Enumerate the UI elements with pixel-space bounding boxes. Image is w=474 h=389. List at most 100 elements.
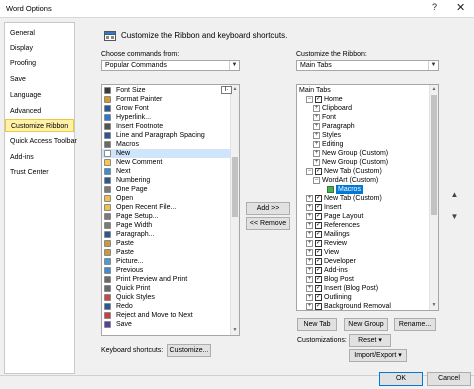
tree-node[interactable]: + ✓ References (297, 221, 429, 230)
command-item[interactable]: Paragraph... (102, 230, 230, 239)
command-item[interactable]: Print Preview and Print (102, 275, 230, 284)
expand-icon[interactable]: + (313, 150, 320, 157)
ribbon-tree[interactable]: ▲ ▼ Main Tabs − ✓ Home + Clipboard + Font + Parag… (296, 84, 439, 311)
tree-node[interactable]: − WordArt (Custom) (297, 176, 429, 185)
tab-checkbox[interactable]: ✓ (315, 258, 322, 265)
nav-item-proofing[interactable]: Proofing (5, 57, 74, 70)
add-button[interactable]: Add >> (246, 202, 290, 215)
collapse-icon[interactable]: − (306, 168, 313, 175)
command-item[interactable]: Open Recent File... (102, 203, 230, 212)
tab-checkbox[interactable]: ✓ (315, 231, 322, 238)
nav-item-trust-center[interactable]: Trust Center (5, 166, 74, 179)
command-item[interactable]: Next (102, 167, 230, 176)
reset-button[interactable]: Reset ▾ (349, 334, 391, 347)
tree-node[interactable]: + Styles (297, 131, 429, 140)
tab-checkbox[interactable]: ✓ (315, 222, 322, 229)
nav-item-save[interactable]: Save (5, 73, 74, 86)
nav-item-advanced[interactable]: Advanced (5, 105, 74, 118)
command-item[interactable]: Save (102, 320, 230, 329)
nav-item-language[interactable]: Language (5, 89, 74, 102)
nav-item-customize-ribbon[interactable]: Customize Ribbon (5, 119, 74, 132)
command-item[interactable]: Grow Font (102, 104, 230, 113)
tab-checkbox[interactable]: ✓ (315, 303, 322, 310)
expand-icon[interactable]: + (306, 231, 313, 238)
tab-checkbox[interactable]: ✓ (315, 294, 322, 301)
expand-icon[interactable]: + (306, 249, 313, 256)
nav-item-quick-access-toolbar[interactable]: Quick Access Toolbar (5, 135, 77, 148)
command-item[interactable]: Paste (102, 239, 230, 248)
close-icon[interactable]: ✕ (456, 1, 465, 14)
tree-node[interactable]: + ✓ Insert (297, 203, 429, 212)
expand-icon[interactable]: + (306, 294, 313, 301)
tab-checkbox[interactable]: ✓ (315, 267, 322, 274)
tree-node[interactable]: + ✓ Background Removal (297, 302, 429, 310)
command-item[interactable]: Insert Footnote (102, 122, 230, 131)
tab-checkbox[interactable]: ✓ (315, 249, 322, 256)
tree-node[interactable]: Macros (297, 185, 429, 194)
tab-checkbox[interactable]: ✓ (315, 240, 322, 247)
command-item[interactable]: Redo (102, 302, 230, 311)
scroll-thumb[interactable] (232, 157, 238, 217)
command-item[interactable]: Numbering (102, 176, 230, 185)
help-icon[interactable]: ? (432, 2, 437, 12)
ok-button[interactable]: OK (379, 372, 423, 386)
command-item[interactable]: Paste (102, 248, 230, 257)
tree-node[interactable]: + Clipboard (297, 104, 429, 113)
tree-node[interactable]: + ✓ Insert (Blog Post) (297, 284, 429, 293)
tree-scrollbar[interactable]: ▲ ▼ (429, 85, 438, 310)
collapse-icon[interactable]: − (313, 177, 320, 184)
customize-shortcuts-button[interactable]: Customize... (167, 344, 211, 357)
tree-node[interactable]: + ✓ Mailings (297, 230, 429, 239)
command-item[interactable]: Line and Paragraph Spacing (102, 131, 230, 140)
move-down-icon[interactable]: ▼ (449, 211, 460, 223)
expand-icon[interactable]: + (306, 285, 313, 292)
expand-icon[interactable]: + (313, 105, 320, 112)
tab-checkbox[interactable]: ✓ (315, 204, 322, 211)
expand-icon[interactable]: + (306, 258, 313, 265)
expand-icon[interactable]: + (313, 132, 320, 139)
expand-icon[interactable]: + (313, 114, 320, 121)
command-item[interactable]: Quick Styles (102, 293, 230, 302)
expand-icon[interactable]: + (313, 141, 320, 148)
expand-icon[interactable]: + (306, 267, 313, 274)
command-item[interactable]: One Page (102, 185, 230, 194)
tree-node[interactable]: + ✓ Blog Post (297, 275, 429, 284)
commands-list[interactable]: ▲ ▼ I· Font Size Format Painter Grow Font H… (101, 84, 240, 336)
tree-node[interactable]: − ✓ New Tab (Custom) (297, 167, 429, 176)
tree-node[interactable]: + ✓ New Tab (Custom) (297, 194, 429, 203)
tree-node[interactable]: + ✓ Outlining (297, 293, 429, 302)
command-item[interactable]: Font Size (102, 86, 230, 95)
expand-icon[interactable]: + (306, 222, 313, 229)
tab-checkbox[interactable]: ✓ (315, 285, 322, 292)
tab-checkbox[interactable]: ✓ (315, 168, 322, 175)
command-item[interactable]: Reject and Move to Next (102, 311, 230, 320)
command-item[interactable]: Open (102, 194, 230, 203)
tree-node[interactable]: + ✓ Page Layout (297, 212, 429, 221)
command-item[interactable]: Previous (102, 266, 230, 275)
command-item[interactable]: Macros (102, 140, 230, 149)
tree-node[interactable]: + ✓ Add-ins (297, 266, 429, 275)
choose-commands-combo[interactable]: Popular Commands ▼ (101, 60, 240, 71)
customize-ribbon-combo[interactable]: Main Tabs ▼ (296, 60, 439, 71)
command-item[interactable]: New (102, 149, 230, 158)
collapse-icon[interactable]: − (306, 96, 313, 103)
rename-button[interactable]: Rename... (394, 318, 436, 331)
tree-node[interactable]: + Paragraph (297, 122, 429, 131)
expand-icon[interactable]: + (313, 159, 320, 166)
tree-node[interactable]: + ✓ View (297, 248, 429, 257)
command-item[interactable]: Format Painter (102, 95, 230, 104)
import-export-button[interactable]: Import/Export ▾ (349, 349, 407, 362)
scroll-up-icon[interactable]: ▲ (430, 85, 438, 94)
tree-node[interactable]: + New Group (Custom) (297, 158, 429, 167)
scroll-down-icon[interactable]: ▼ (231, 326, 239, 335)
command-item[interactable]: Hyperlink... (102, 113, 230, 122)
chevron-down-icon[interactable]: ▼ (229, 61, 239, 70)
tab-checkbox[interactable]: ✓ (315, 195, 322, 202)
cancel-button[interactable]: Cancel (427, 372, 471, 386)
expand-icon[interactable]: + (313, 123, 320, 130)
tree-node[interactable]: − ✓ Home (297, 95, 429, 104)
tree-node[interactable]: Main Tabs (297, 86, 429, 95)
nav-item-add-ins[interactable]: Add-ins (5, 151, 74, 164)
tree-node[interactable]: + Font (297, 113, 429, 122)
remove-button[interactable]: << Remove (246, 217, 290, 230)
